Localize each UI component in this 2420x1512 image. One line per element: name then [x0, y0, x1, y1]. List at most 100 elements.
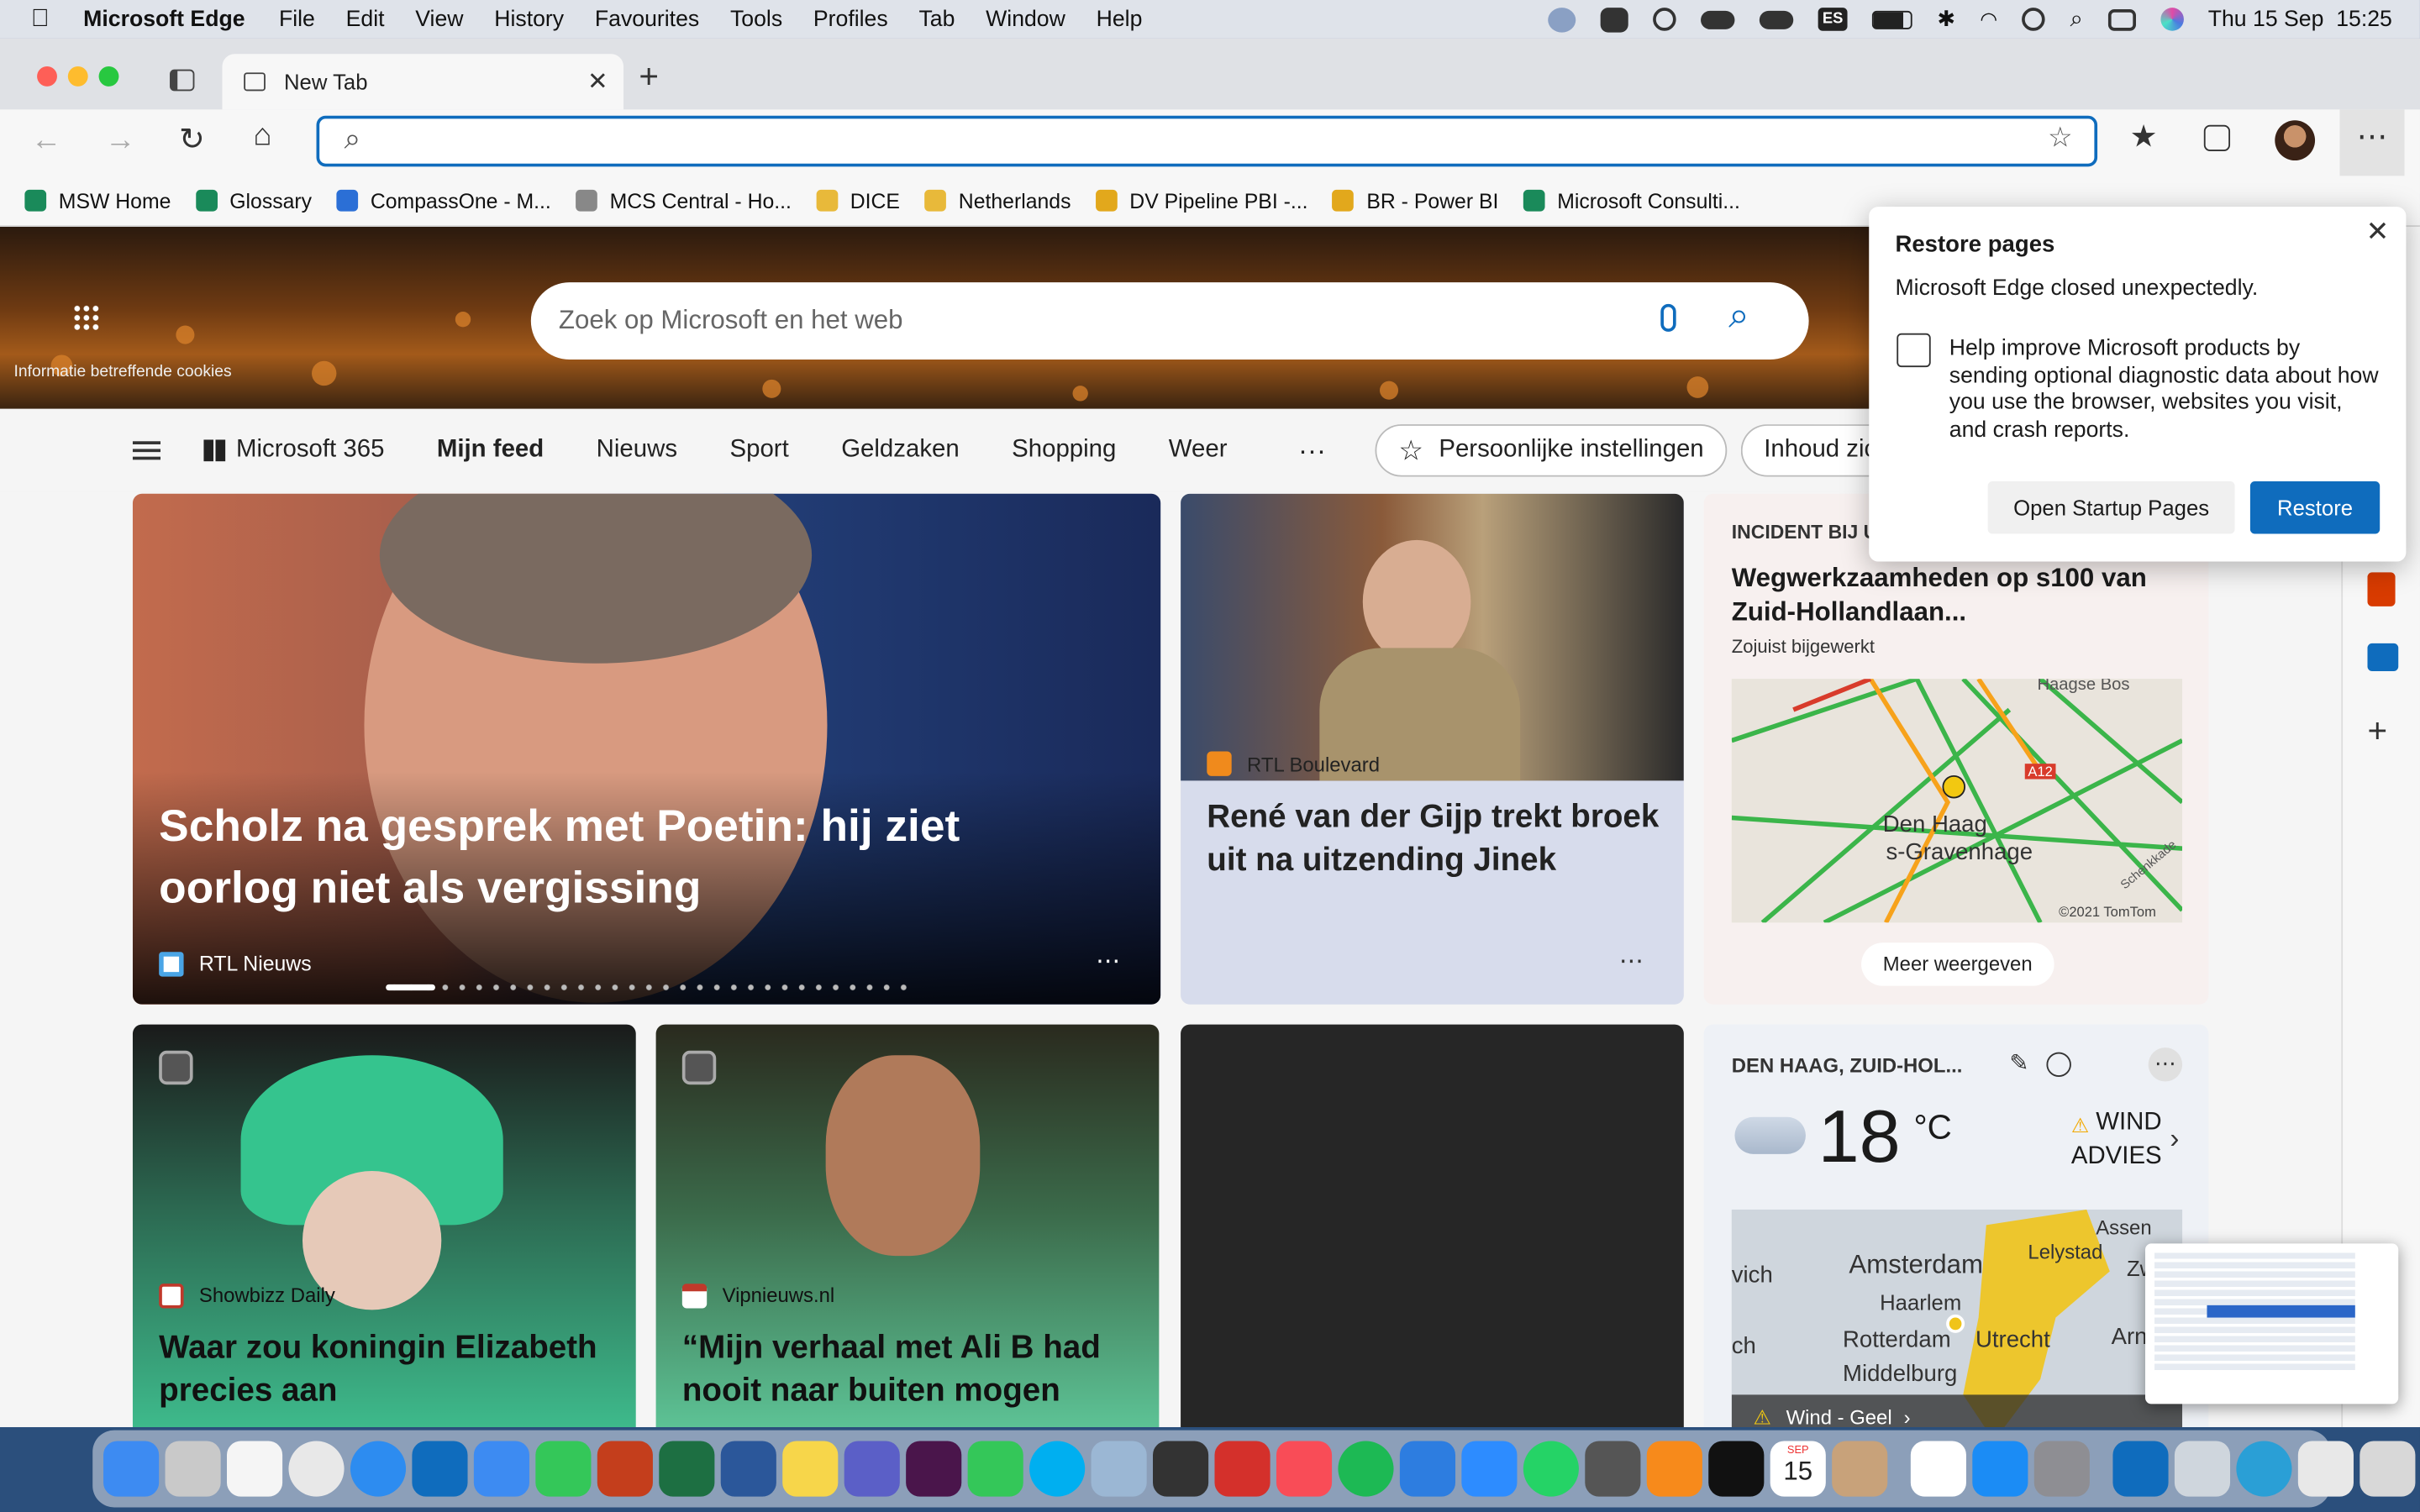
whatsapp-dock-icon[interactable]: [1523, 1441, 1579, 1497]
word-dock-icon[interactable]: [720, 1441, 776, 1497]
cookie-link[interactable]: Informatie betreffende cookies: [14, 363, 232, 381]
zoom-window-button[interactable]: [98, 66, 119, 87]
tab-actions-icon[interactable]: [170, 69, 195, 92]
address-bar[interactable]: ⌕ ☆: [316, 115, 2098, 167]
alert-line-2[interactable]: ADVIES: [2071, 1143, 2162, 1171]
weather-card[interactable]: DEN HAAG, ZUID-HOL... ✎ ⋯ 18 °C ⚠ WIND A…: [1703, 1024, 2209, 1427]
notes-dock-icon[interactable]: [782, 1441, 839, 1497]
excel-dock-icon[interactable]: [659, 1441, 715, 1497]
launchpad-dock-icon[interactable]: [165, 1441, 221, 1497]
alert-line-1[interactable]: WIND: [2096, 1110, 2161, 1137]
hamburger-icon[interactable]: [132, 441, 161, 460]
menu-tools[interactable]: Tools: [730, 7, 782, 31]
vpn-icon[interactable]: [1547, 7, 1576, 32]
settings-more-button[interactable]: ⋯: [2339, 109, 2405, 176]
close-tab-icon[interactable]: ✕: [587, 66, 608, 97]
user-icon[interactable]: [2022, 8, 2046, 31]
address-input[interactable]: [397, 123, 2002, 161]
trash-dock-icon[interactable]: [2360, 1441, 2416, 1497]
contacts-dock-icon[interactable]: [1832, 1441, 1888, 1497]
close-window-button[interactable]: [37, 66, 57, 87]
forward-icon[interactable]: →: [105, 123, 136, 159]
profile-avatar[interactable]: [2275, 120, 2316, 161]
add-favourite-icon[interactable]: ☆: [2048, 122, 2073, 155]
nav-sport[interactable]: Sport: [730, 437, 789, 465]
collections-icon[interactable]: [2203, 124, 2231, 151]
queen-news-card[interactable]: Showbizz Daily Waar zou koningin Elizabe…: [132, 1024, 636, 1427]
show-more-button[interactable]: Meer weergeven: [1861, 942, 2054, 986]
calculator-dock-icon[interactable]: [1585, 1441, 1641, 1497]
preview-dock-icon[interactable]: [1091, 1441, 1147, 1497]
apple-icon[interactable]: : [31, 5, 50, 33]
favourite-item[interactable]: DICE: [816, 189, 900, 213]
apps-grid-icon[interactable]: [72, 303, 101, 332]
favourite-item[interactable]: BR - Power BI: [1332, 189, 1498, 213]
favourites-icon[interactable]: ★: [2130, 118, 2158, 156]
siri-icon[interactable]: [2160, 8, 2184, 31]
calendar-dock-icon[interactable]: SEP 15: [1770, 1441, 1826, 1497]
vip-news-card[interactable]: Vipnieuws.nl “Mijn verhaal met Ali B had…: [655, 1024, 1160, 1427]
chrome-dock-icon[interactable]: [288, 1441, 345, 1497]
second-news-card[interactable]: RTL Boulevard René van der Gijp trekt br…: [1181, 493, 1684, 1005]
back-icon[interactable]: ←: [31, 123, 62, 159]
weather-location[interactable]: DEN HAAG, ZUID-HOL...: [1732, 1053, 1963, 1077]
clock[interactable]: Thu 15 Sep 15:25: [2208, 7, 2392, 31]
second-headline[interactable]: René van der Gijp trekt broek uit na uit…: [1207, 796, 1670, 883]
main-news-card[interactable]: Scholz na gesprek met Poetin: hij ziet o…: [132, 493, 1161, 1005]
menu-file[interactable]: File: [279, 7, 315, 31]
restore-button[interactable]: Restore: [2249, 481, 2381, 534]
files-dock-icon[interactable]: [2297, 1441, 2354, 1497]
favourite-item[interactable]: CompassOne - M...: [336, 189, 551, 213]
control-center-icon[interactable]: [2107, 8, 2136, 30]
favourite-item[interactable]: Netherlands: [924, 189, 1071, 213]
menu-edit[interactable]: Edit: [346, 7, 385, 31]
tab-new-tab[interactable]: New Tab ✕: [222, 54, 624, 110]
menu-profiles[interactable]: Profiles: [813, 7, 888, 31]
outlook-dock-icon[interactable]: [412, 1441, 468, 1497]
favourite-item[interactable]: MSW Home: [24, 189, 171, 213]
photos-dock-icon[interactable]: [226, 1441, 283, 1497]
favourite-item[interactable]: Glossary: [195, 189, 312, 213]
chevron-right-icon[interactable]: ›: [2170, 1123, 2179, 1156]
favourite-item[interactable]: Microsoft Consulti...: [1523, 189, 1740, 213]
incident-card[interactable]: INCIDENT BIJ U IN DE BUURT ⋯ Wegwerkzaam…: [1703, 493, 2209, 1005]
settings-dock-icon[interactable]: [2033, 1441, 2090, 1497]
main-headline[interactable]: Scholz na gesprek met Poetin: hij ziet o…: [159, 796, 1085, 920]
input-source-badge[interactable]: ES: [1818, 8, 1848, 31]
menu-tab[interactable]: Tab: [918, 7, 955, 31]
screenshot-thumbnail[interactable]: [2145, 1243, 2399, 1404]
outlook2-dock-icon[interactable]: [2112, 1441, 2169, 1497]
cloud-icon[interactable]: [1700, 9, 1735, 29]
nav-shopping[interactable]: Shopping: [1012, 437, 1116, 465]
weather-alert-bar[interactable]: ⚠ Wind - Geel ›: [1731, 1394, 2183, 1427]
menu-help[interactable]: Help: [1097, 7, 1143, 31]
screenshot-dock-icon[interactable]: [2174, 1441, 2231, 1497]
outlook-icon[interactable]: [2367, 643, 2399, 671]
globe-icon[interactable]: [2046, 1052, 2071, 1078]
powerpoint-dock-icon[interactable]: [597, 1441, 653, 1497]
finder-dock-icon[interactable]: [103, 1441, 160, 1497]
card-more-icon[interactable]: ⋯: [1096, 946, 1120, 977]
favourite-item[interactable]: DV Pipeline PBI -...: [1095, 189, 1308, 213]
add-tab-icon[interactable]: +: [639, 57, 659, 97]
refresh-icon[interactable]: ↻: [179, 120, 205, 159]
menu-history[interactable]: History: [494, 7, 564, 31]
home-icon[interactable]: ⌂: [253, 118, 271, 154]
weather-map[interactable]: Assen Lelystad Amsterdam Zwo vich Haarle…: [1731, 1209, 2183, 1427]
office-icon[interactable]: [2367, 572, 2396, 606]
search-icon[interactable]: ⌕: [1728, 295, 1749, 338]
skype-dock-icon[interactable]: [1029, 1441, 1086, 1497]
close-icon[interactable]: ✕: [2366, 216, 2390, 249]
bluetooth-icon[interactable]: ✱: [1937, 6, 1955, 32]
card-more-icon[interactable]: ⋯: [2148, 1047, 2183, 1082]
edit-location-icon[interactable]: ✎: [2009, 1049, 2028, 1077]
cloud-error-icon[interactable]: [1759, 9, 1793, 29]
zoom-dock-icon[interactable]: [1461, 1441, 1518, 1497]
nav-geldzaken[interactable]: Geldzaken: [841, 437, 960, 465]
nav-mijn-feed[interactable]: Mijn feed: [437, 437, 544, 465]
nav-more[interactable]: ···: [1298, 434, 1326, 467]
mail-dock-icon[interactable]: [473, 1441, 529, 1497]
edge-dock-icon[interactable]: [2236, 1441, 2292, 1497]
spotify-dock-icon[interactable]: [1338, 1441, 1394, 1497]
wifi-icon[interactable]: ◠: [1980, 7, 1997, 31]
